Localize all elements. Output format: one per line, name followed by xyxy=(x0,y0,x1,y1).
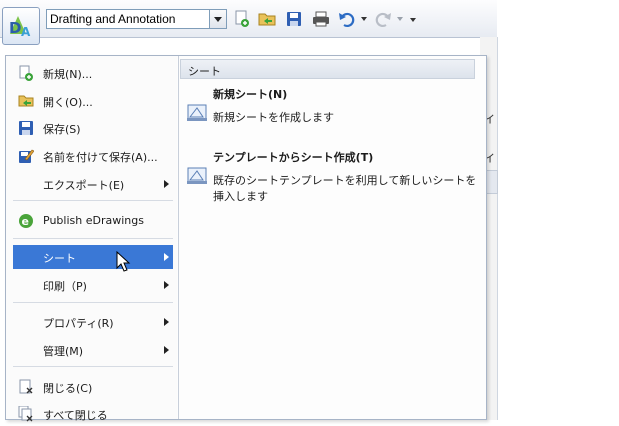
menu-item-publish-edrawings[interactable]: e Publish eDrawings xyxy=(13,209,173,233)
svg-text:A: A xyxy=(21,25,31,39)
chevron-down-icon[interactable] xyxy=(209,10,226,28)
submenu-arrow-icon xyxy=(164,281,169,289)
menu-item-label: 開く(O)... xyxy=(43,96,93,109)
save-icon[interactable] xyxy=(285,10,303,28)
new-sheet-icon xyxy=(185,100,209,124)
close-document-icon xyxy=(18,379,34,395)
submenu-header: シート xyxy=(180,59,475,79)
svg-text:e: e xyxy=(22,215,29,228)
menu-item-save-as[interactable]: 名前を付けて保存(A)... xyxy=(13,144,173,168)
menu-item-save[interactable]: 保存(S) xyxy=(13,116,173,140)
redo-dropdown-icon[interactable] xyxy=(397,17,403,21)
submenu-item-title: 新規シート(N) xyxy=(213,88,288,101)
undo-dropdown-icon[interactable] xyxy=(361,17,367,21)
menu-column-divider xyxy=(178,56,179,419)
submenu-arrow-icon xyxy=(164,346,169,354)
workspace-select-value: Drafting and Annotation xyxy=(50,12,176,26)
quick-access-toolbar: Drafting and Annotation xyxy=(0,0,497,38)
menu-item-label: シート xyxy=(43,252,76,265)
menu-item-export[interactable]: エクスポート(E) xyxy=(13,172,173,196)
menu-divider xyxy=(13,302,173,303)
submenu-arrow-icon xyxy=(164,180,169,188)
submenu-arrow-icon xyxy=(164,253,169,261)
redo-icon[interactable] xyxy=(374,10,392,28)
menu-item-label: プロパティ(R) xyxy=(43,317,114,330)
menu-divider xyxy=(13,366,173,367)
open-folder-icon xyxy=(18,93,34,109)
menu-item-label: 印刷（P) xyxy=(43,280,87,293)
menu-item-close[interactable]: 閉じる(C) xyxy=(13,375,173,399)
undo-icon[interactable] xyxy=(338,10,356,28)
menu-item-print[interactable]: 印刷（P) xyxy=(13,273,173,297)
menu-item-sheet[interactable]: シート xyxy=(13,245,173,269)
submenu-item-sheet-from-template[interactable]: テンプレートからシート作成(T) 既存のシートテンプレートを利用して新しいシート… xyxy=(182,149,476,207)
menu-item-manage[interactable]: 管理(M) xyxy=(13,338,173,362)
sheet-template-icon xyxy=(185,163,209,187)
new-document-icon xyxy=(18,65,34,81)
new-icon[interactable] xyxy=(233,10,251,28)
menu-divider xyxy=(13,200,173,201)
menu-left-column: 新規(N)... 開く(O)... 保存(S) 名前を付けて保存(A)... エ… xyxy=(6,56,177,422)
menu-item-label: Publish eDrawings xyxy=(43,214,144,227)
submenu-item-description: 新規シートを作成します xyxy=(213,111,334,124)
print-icon[interactable] xyxy=(312,10,330,28)
customize-icon[interactable] xyxy=(410,18,416,22)
submenu-arrow-icon xyxy=(164,318,169,326)
menu-divider xyxy=(13,238,173,239)
submenu-item-title: テンプレートからシート作成(T) xyxy=(213,151,374,164)
menu-item-label: 保存(S) xyxy=(43,123,81,136)
menu-item-label: エクスポート(E) xyxy=(43,179,125,192)
app-logo-icon: D A xyxy=(9,16,31,39)
submenu-item-new-sheet[interactable]: 新規シート(N) 新規シートを作成します xyxy=(182,86,474,130)
workspace-select[interactable]: Drafting and Annotation xyxy=(46,9,227,29)
open-icon[interactable] xyxy=(258,10,276,28)
menu-item-new[interactable]: 新規(N)... xyxy=(13,61,173,85)
application-button[interactable]: D A xyxy=(2,7,40,45)
menu-item-label: 管理(M) xyxy=(43,345,84,358)
menu-item-close-all[interactable]: すべて閉じる xyxy=(13,402,173,426)
menu-item-label: すべて閉じる xyxy=(43,409,108,422)
menu-item-label: 新規(N)... xyxy=(43,68,93,81)
mouse-cursor-icon xyxy=(116,250,132,276)
application-menu: 新規(N)... 開く(O)... 保存(S) 名前を付けて保存(A)... エ… xyxy=(5,55,487,422)
svg-text:D: D xyxy=(9,19,21,37)
submenu-item-description: 既存のシートテンプレートを利用して新しいシートを挿入します xyxy=(213,174,477,203)
submenu-title: シート xyxy=(188,65,221,78)
menu-item-label: 閉じる(C) xyxy=(43,382,93,395)
save-as-icon xyxy=(18,148,35,164)
save-disk-icon xyxy=(18,120,34,136)
menu-item-open[interactable]: 開く(O)... xyxy=(13,89,173,113)
edrawings-icon: e xyxy=(18,213,34,229)
menu-item-label: 名前を付けて保存(A)... xyxy=(43,151,158,164)
menu-item-properties[interactable]: プロパティ(R) xyxy=(13,310,173,334)
